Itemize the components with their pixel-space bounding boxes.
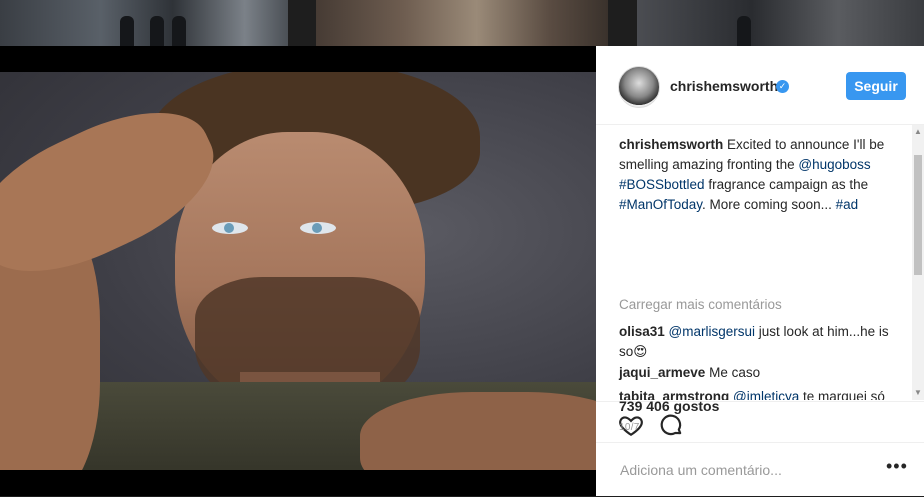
feed-thumbnail[interactable] — [637, 0, 924, 46]
verified-icon: ✓ — [776, 80, 789, 93]
comment-text: Me caso — [709, 365, 761, 380]
likes-count[interactable]: 739 406 gostos — [619, 398, 719, 414]
load-more-comments[interactable]: Carregar mais comentários — [619, 297, 782, 312]
post-username[interactable]: chrishemsworth — [670, 78, 778, 94]
scroll-up-icon[interactable]: ▲ — [912, 125, 924, 139]
photo-eye — [212, 222, 248, 234]
add-comment-bar: ••• — [596, 442, 924, 497]
post-side-panel: chrishemsworth ✓ Seguir chrishemsworth E… — [596, 46, 924, 496]
feed-thumbnail[interactable] — [316, 0, 608, 46]
caption: chrishemsworth Excited to announce I'll … — [619, 135, 899, 215]
figure-shape — [120, 16, 134, 46]
comments-list[interactable]: chrishemsworth Excited to announce I'll … — [596, 125, 911, 400]
post-date[interactable]: 10/7 — [619, 422, 640, 433]
avatar[interactable] — [618, 66, 660, 108]
comment-item: jaqui_armeve Me caso — [619, 363, 899, 383]
figure-shape — [172, 16, 186, 46]
comments-scrollbar[interactable]: ▲ ▼ — [912, 125, 924, 400]
mention-link[interactable]: @imleticya — [733, 389, 799, 400]
figure-shape — [737, 16, 751, 46]
scroll-down-icon[interactable]: ▼ — [912, 386, 924, 400]
figure-shape — [150, 16, 164, 46]
caption-text: . More coming soon... — [702, 197, 832, 212]
hashtag-link[interactable]: #ManOfToday — [619, 197, 702, 212]
hashtag-link[interactable]: #BOSSbottled — [619, 177, 705, 192]
photo-eye — [300, 222, 336, 234]
mention-link[interactable]: @marlisgersui — [669, 324, 755, 339]
comment-item: olisa31 @marlisgersui just look at him..… — [619, 322, 899, 362]
scrollbar-thumb[interactable] — [914, 155, 922, 275]
feed-thumbnail[interactable] — [0, 0, 288, 46]
comment-username[interactable]: jaqui_armeve — [619, 365, 705, 380]
comment-username[interactable]: olisa31 — [619, 324, 665, 339]
caption-username[interactable]: chrishemsworth — [619, 137, 723, 152]
more-options-icon[interactable]: ••• — [886, 456, 908, 477]
comment-icon[interactable] — [658, 412, 684, 438]
follow-button[interactable]: Seguir — [846, 72, 906, 100]
post-header: chrishemsworth ✓ Seguir — [596, 46, 924, 125]
mention-link[interactable]: @hugoboss — [798, 157, 870, 172]
caption-text: fragrance campaign as the — [708, 177, 869, 192]
hashtag-link[interactable]: #ad — [836, 197, 859, 212]
post-photo[interactable] — [0, 72, 596, 470]
comment-input[interactable] — [618, 457, 882, 483]
photo-arm — [360, 392, 596, 470]
